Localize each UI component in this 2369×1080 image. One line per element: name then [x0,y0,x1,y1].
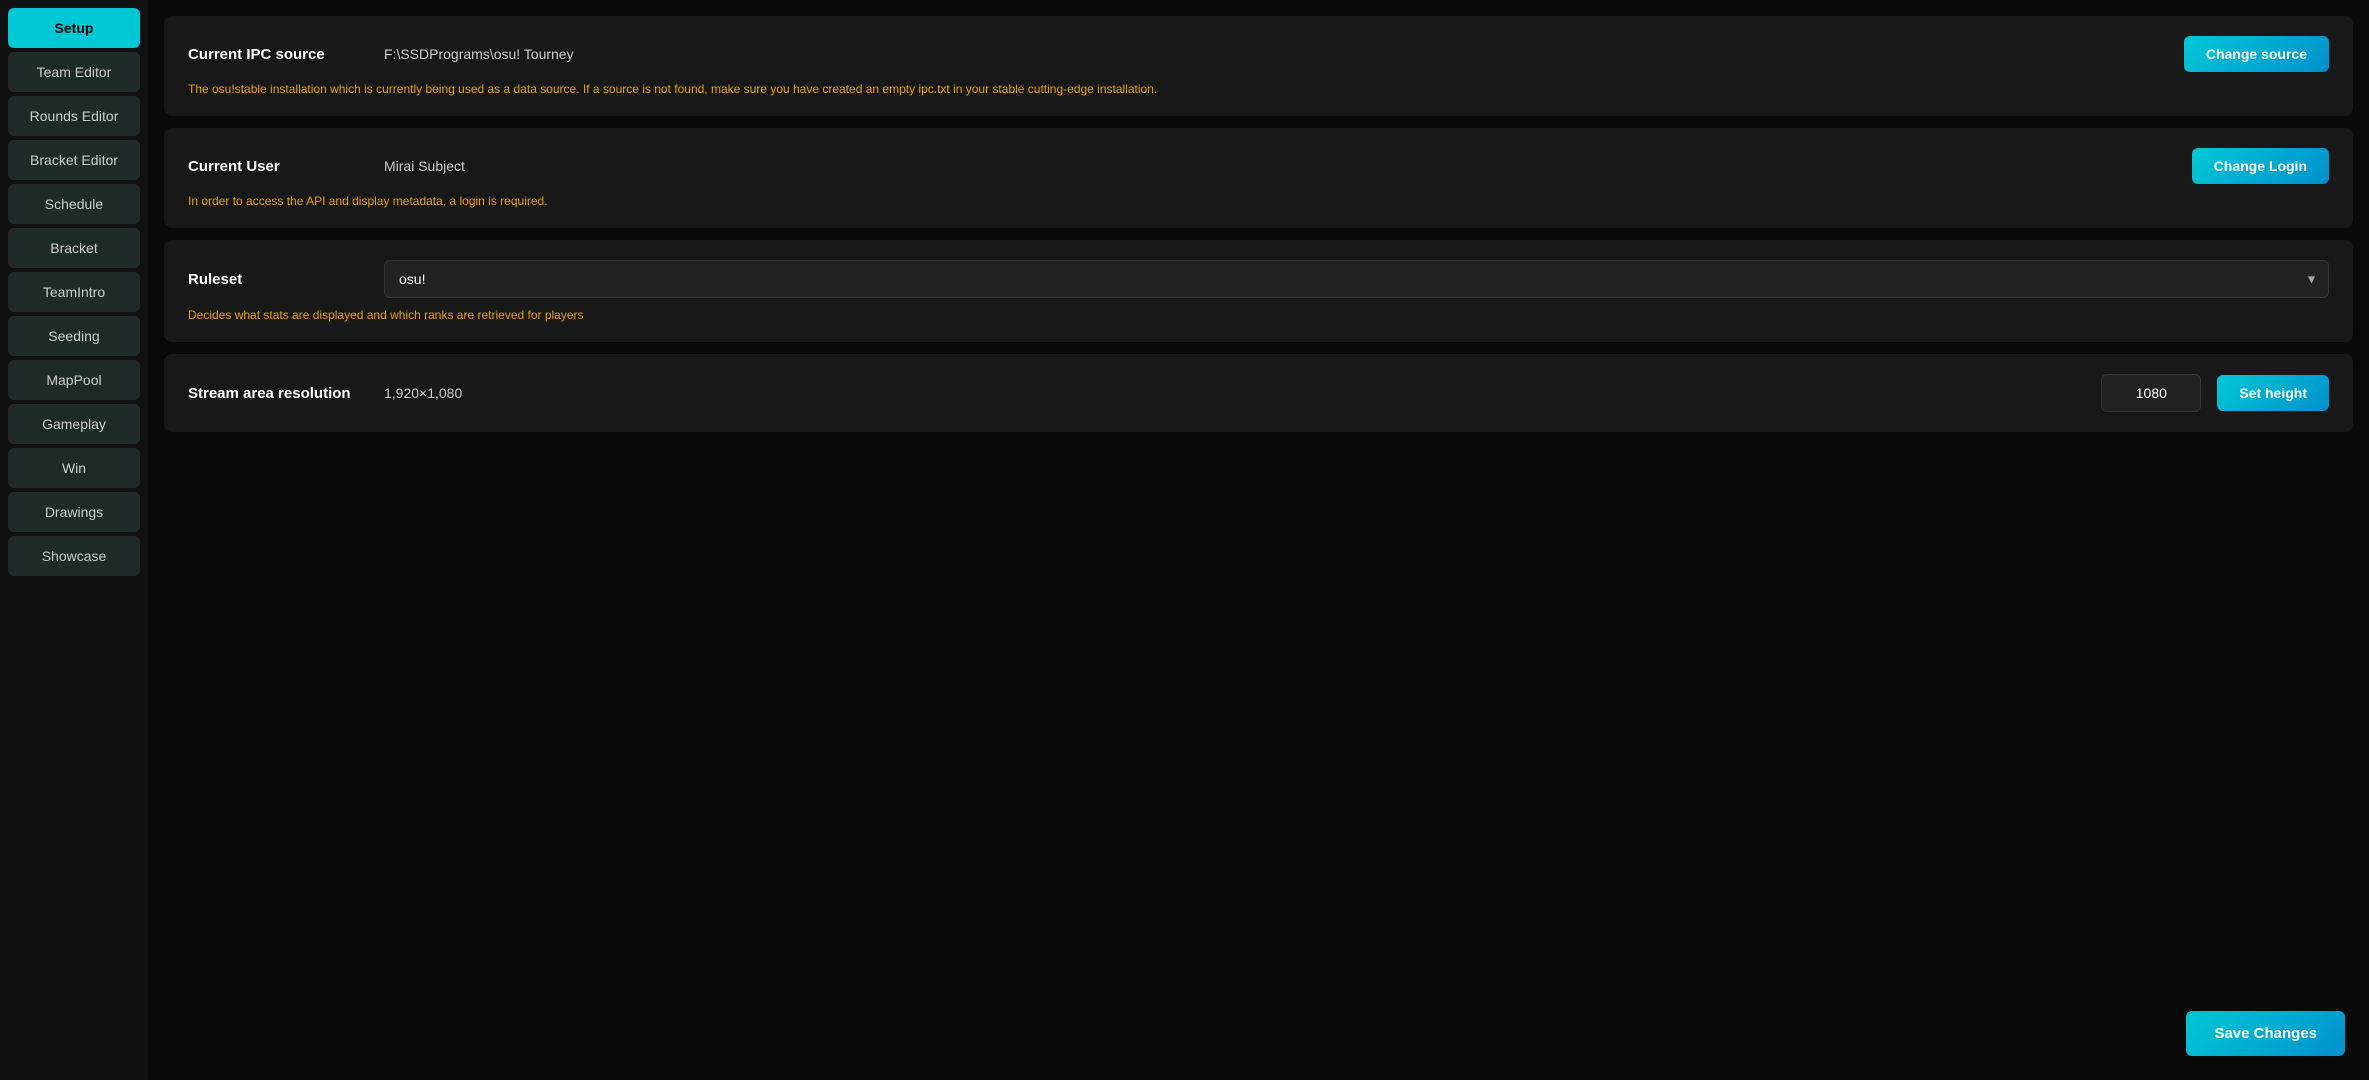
sidebar-item-win[interactable]: Win [8,448,140,488]
ipc-source-label: Current IPC source [188,46,368,63]
save-changes-button[interactable]: Save Changes [2186,1011,2345,1056]
sidebar-item-showcase[interactable]: Showcase [8,536,140,576]
stream-resolution-value: 1,920×1,080 [384,385,462,401]
sidebar: Setup Team Editor Rounds Editor Bracket … [0,0,148,1080]
sidebar-item-seeding[interactable]: Seeding [8,316,140,356]
current-user-warning: In order to access the API and display m… [188,194,2329,208]
sidebar-item-teamintro[interactable]: TeamIntro [8,272,140,312]
sidebar-item-schedule[interactable]: Schedule [8,184,140,224]
sidebar-item-drawings[interactable]: Drawings [8,492,140,532]
sidebar-item-setup[interactable]: Setup [8,8,140,48]
sidebar-item-bracket[interactable]: Bracket [8,228,140,268]
ruleset-warning: Decides what stats are displayed and whi… [188,308,2329,322]
ipc-source-value: F:\SSDPrograms\osu! Tourney [384,46,574,62]
save-changes-wrapper: Save Changes [2186,1011,2345,1056]
sidebar-item-mappool[interactable]: MapPool [8,360,140,400]
stream-height-input[interactable] [2101,374,2201,412]
sidebar-item-gameplay[interactable]: Gameplay [8,404,140,444]
current-user-label: Current User [188,158,368,175]
change-source-button[interactable]: Change source [2184,36,2329,72]
sidebar-item-team-editor[interactable]: Team Editor [8,52,140,92]
ipc-source-card: Current IPC source F:\SSDPrograms\osu! T… [164,16,2353,116]
sidebar-item-rounds-editor[interactable]: Rounds Editor [8,96,140,136]
change-login-button[interactable]: Change Login [2192,148,2329,184]
stream-resolution-card: Stream area resolution 1,920×1,080 Set h… [164,354,2353,432]
ruleset-card: Ruleset osu! taiko catch mania Decides w… [164,240,2353,342]
main-content: Current IPC source F:\SSDPrograms\osu! T… [148,0,2369,1080]
stream-resolution-label: Stream area resolution [188,385,368,402]
ipc-source-warning: The osu!stable installation which is cur… [188,82,2329,96]
ruleset-select-wrapper: osu! taiko catch mania [384,260,2329,298]
ruleset-label: Ruleset [188,271,368,288]
set-height-button[interactable]: Set height [2217,375,2329,411]
current-user-card: Current User Mirai Subject Change Login … [164,128,2353,228]
sidebar-item-bracket-editor[interactable]: Bracket Editor [8,140,140,180]
ruleset-select[interactable]: osu! taiko catch mania [384,260,2329,298]
current-user-value: Mirai Subject [384,158,465,174]
